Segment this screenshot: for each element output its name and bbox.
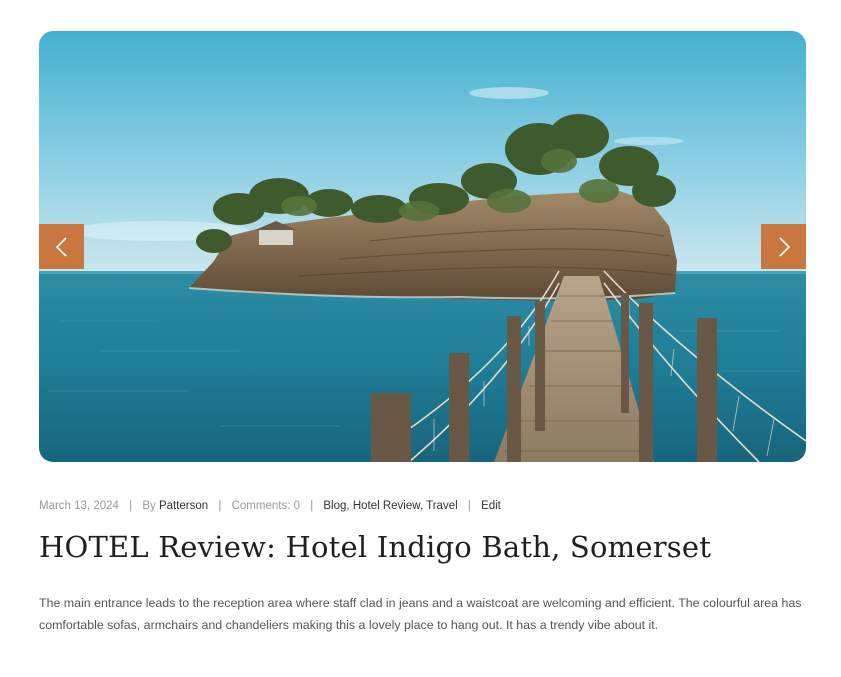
edit-post-link[interactable]: Edit (481, 500, 501, 512)
meta-divider: | (218, 500, 222, 512)
comments-link[interactable]: Comments: 0 (232, 500, 300, 512)
slider-next-button[interactable] (761, 224, 806, 269)
meta-divider: | (467, 500, 471, 512)
post-meta: March 13, 2024 | By Patterson | Comments… (39, 500, 501, 512)
island-bridge-photo (39, 31, 806, 462)
category-link-travel[interactable]: Travel (426, 500, 458, 512)
post-image-slider (39, 31, 806, 462)
author-link[interactable]: Patterson (159, 500, 208, 512)
meta-divider: | (129, 500, 133, 512)
category-link-blog[interactable]: Blog (323, 500, 346, 512)
post-date-link[interactable]: March 13, 2024 (39, 500, 119, 512)
post-title[interactable]: HOTEL Review: Hotel Indigo Bath, Somerse… (39, 530, 711, 564)
author-prefix: By (142, 500, 159, 512)
chevron-left-icon (55, 236, 67, 257)
chevron-right-icon (778, 236, 790, 257)
slider-prev-button[interactable] (39, 224, 84, 269)
post-excerpt: The main entrance leads to the reception… (39, 596, 802, 632)
meta-divider: | (310, 500, 314, 512)
category-link-hotel-review[interactable]: Hotel Review (353, 500, 420, 512)
